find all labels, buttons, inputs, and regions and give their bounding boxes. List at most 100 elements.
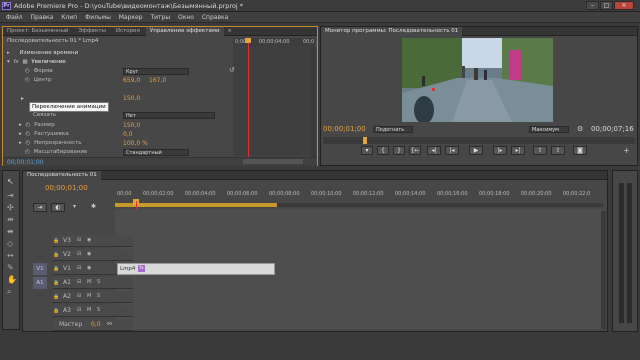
add-button-icon[interactable]: + <box>623 146 630 155</box>
tab-project[interactable]: Проект: Безымянный <box>3 27 73 36</box>
video-clip[interactable]: Lmp4 fx <box>117 263 275 275</box>
wrench-icon[interactable]: ⚙ <box>577 125 583 133</box>
stopwatch-icon[interactable]: ◴ <box>26 131 31 137</box>
size-value[interactable]: 150,0 <box>123 122 140 129</box>
playhead-handle[interactable] <box>245 38 251 43</box>
time-remap-row[interactable]: ▸ Изменение времени <box>7 49 78 58</box>
expand-arrow-icon[interactable]: ▸ <box>19 122 22 128</box>
eye-icon[interactable]: ◉ <box>87 237 91 243</box>
monitor-timecode-left[interactable]: 00;00;01;00 <box>323 125 366 133</box>
stopwatch-icon[interactable]: ◴ <box>25 149 30 155</box>
expand-arrow-icon[interactable]: ▸ <box>7 50 10 56</box>
timeline-timecode[interactable]: 00;00;01;00 <box>45 184 88 192</box>
lock-icon[interactable]: 🔒 <box>53 252 59 258</box>
mute-button[interactable]: M <box>87 293 91 299</box>
mute-button[interactable]: M <box>87 279 91 285</box>
solo-button[interactable]: S <box>97 279 100 285</box>
lock-icon[interactable]: 🔒 <box>53 294 59 300</box>
solo-button[interactable]: S <box>97 293 100 299</box>
maximize-button[interactable]: □ <box>600 1 613 10</box>
menu-title[interactable]: Титры <box>150 12 170 23</box>
mark-in-button[interactable]: { <box>377 146 389 155</box>
menu-clip[interactable]: Клип <box>61 12 77 23</box>
lift-button[interactable]: ⇧ <box>533 146 547 155</box>
link-dropdown[interactable]: Нет <box>123 112 215 119</box>
selection-tool-icon[interactable]: ↖ <box>7 177 14 186</box>
source-patch-a1[interactable]: A1 <box>33 277 47 289</box>
menu-edit[interactable]: Правка <box>31 12 54 23</box>
timeline-scrollbar[interactable] <box>601 211 606 329</box>
stopwatch-icon[interactable]: ◴ <box>25 77 30 83</box>
sync-lock-icon[interactable]: ⊟ <box>77 237 81 243</box>
stopwatch-icon[interactable]: ◴ <box>25 68 30 74</box>
fit-dropdown[interactable]: Подогнать <box>373 126 413 133</box>
expand-arrow-icon[interactable]: ▸ <box>19 140 22 146</box>
center-x-value[interactable]: 659,0 <box>123 77 140 84</box>
minimize-button[interactable]: – <box>586 1 599 10</box>
go-to-end-button[interactable]: ▸| <box>511 146 525 155</box>
effect-row[interactable]: ▾ fx ▦ Увеличение <box>7 58 66 67</box>
center-y-value[interactable]: 167,0 <box>149 77 166 84</box>
expand-arrow-icon[interactable]: ▸ <box>21 95 24 102</box>
slip-tool-icon[interactable]: ↔ <box>7 251 14 260</box>
mute-button[interactable]: M <box>87 307 91 313</box>
step-back-button[interactable]: ◂| <box>427 146 441 155</box>
fx-badge[interactable]: fx <box>138 265 145 272</box>
expand-arrow-icon[interactable]: ▸ <box>19 131 22 137</box>
rate-stretch-tool-icon[interactable]: ⬌ <box>7 227 14 236</box>
ripple-edit-tool-icon[interactable]: ✣ <box>7 203 14 212</box>
tab-program-monitor[interactable]: Монитор программы: Последовательность 01 <box>321 27 463 36</box>
sync-lock-icon[interactable]: ⊟ <box>77 251 81 257</box>
track-select-tool-icon[interactable]: ⇥ <box>7 191 14 200</box>
solo-button[interactable]: S <box>97 307 100 313</box>
tab-effects[interactable]: Эффекты <box>74 27 110 36</box>
menu-sequence[interactable]: Фильмы <box>85 12 111 23</box>
mark-out-button[interactable]: } <box>393 146 405 155</box>
hand-tool-icon[interactable]: ✋ <box>7 275 17 284</box>
tab-history[interactable]: История <box>112 27 144 36</box>
lock-icon[interactable]: 🔒 <box>53 308 59 314</box>
lock-icon[interactable]: 🔒 <box>53 266 59 272</box>
zoom-slider[interactable] <box>243 159 303 164</box>
sync-lock-icon[interactable]: ⊟ <box>77 279 81 285</box>
play-button[interactable]: ▶ <box>469 146 483 155</box>
sync-lock-icon[interactable]: ⊟ <box>77 293 81 299</box>
marker-icon[interactable]: ▾ <box>73 203 76 210</box>
scrollbar[interactable] <box>311 47 316 157</box>
linked-selection-button[interactable]: ◐ <box>51 203 65 212</box>
keyframe-area[interactable] <box>233 46 315 156</box>
export-frame-button[interactable]: ◙ <box>573 146 587 155</box>
quality-dropdown[interactable]: Максимум <box>529 126 569 133</box>
stopwatch-icon[interactable]: ◴ <box>26 122 31 128</box>
master-value[interactable]: 0,0 <box>91 321 101 328</box>
feather-value[interactable]: 0,0 <box>123 131 133 138</box>
add-marker-button[interactable]: ▾ <box>361 146 373 155</box>
monitor-scrub-bar[interactable] <box>323 137 635 144</box>
rolling-edit-tool-icon[interactable]: ⇹ <box>7 215 14 224</box>
sync-lock-icon[interactable]: ⊟ <box>77 265 81 271</box>
menu-help[interactable]: Справка <box>202 12 228 23</box>
tab-sequence[interactable]: Последовательность 01 <box>23 171 101 180</box>
lock-icon[interactable]: 🔒 <box>53 280 59 286</box>
source-patch-v1[interactable]: V1 <box>33 263 47 275</box>
magnification-value[interactable]: 150,0 <box>123 95 140 102</box>
snap-button[interactable]: ⇥ <box>33 203 47 212</box>
tab-effect-controls[interactable]: Управление эффектами <box>145 27 224 36</box>
time-ruler[interactable]: 00;00 00;00;02;00 00;00;04;00 00;00;06;0… <box>115 191 603 202</box>
form-dropdown[interactable]: Круг <box>123 68 189 75</box>
go-to-start-button[interactable]: |◂ <box>445 146 459 155</box>
monitor-playhead[interactable] <box>363 137 367 144</box>
video-frame[interactable] <box>402 38 553 122</box>
footer-timecode[interactable]: 00;00;01;00 <box>7 159 44 166</box>
close-tab-icon[interactable]: × <box>227 28 231 34</box>
close-button[interactable]: ✕ <box>614 1 634 10</box>
menu-file[interactable]: Файл <box>6 12 23 23</box>
eye-icon[interactable]: ◉ <box>87 265 91 271</box>
keyframe-nav-icon[interactable]: ⋈ <box>107 321 112 327</box>
extract-button[interactable]: ⇪ <box>551 146 565 155</box>
opacity-value[interactable]: 100,0 % <box>123 140 148 147</box>
pen-tool-icon[interactable]: ✎ <box>7 263 14 272</box>
sync-lock-icon[interactable]: ⊟ <box>77 307 81 313</box>
lock-icon[interactable]: 🔒 <box>53 238 59 244</box>
fx-icon[interactable]: fx <box>14 59 19 65</box>
